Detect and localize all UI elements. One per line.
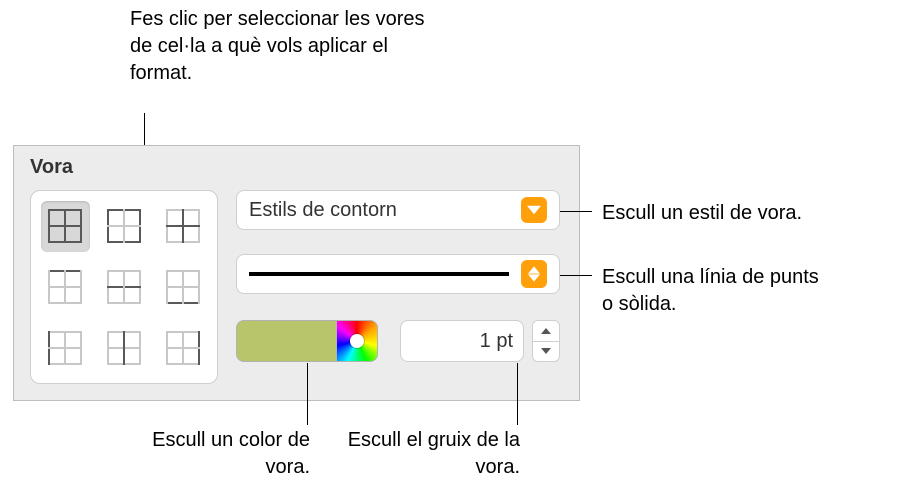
stepper-up-button[interactable] <box>533 321 559 341</box>
border-panel: Vora <box>13 145 580 401</box>
callout-edge-select: Fes clic per seleccionar les vores de ce… <box>130 6 450 87</box>
border-edge-right[interactable] <box>158 322 207 373</box>
updown-chevron-icon <box>521 260 547 288</box>
leader-line <box>307 363 308 425</box>
callout-line: Escull una línia de punts o sòlida. <box>602 264 832 318</box>
border-weight-control: 1 pt <box>400 318 560 364</box>
outline-style-label: Estils de contorn <box>249 199 521 222</box>
callout-color: Escull un color de vora. <box>110 427 310 481</box>
border-weight-stepper <box>532 320 560 362</box>
leader-line <box>560 275 592 276</box>
border-edge-all[interactable] <box>41 201 90 252</box>
leader-line <box>560 211 592 212</box>
border-edge-top[interactable] <box>41 262 90 313</box>
outline-style-popup[interactable]: Estils de contorn <box>236 190 560 230</box>
chevron-down-icon <box>521 197 547 223</box>
border-edge-vmid[interactable] <box>100 322 149 373</box>
leader-line <box>517 363 518 425</box>
color-wheel-icon[interactable] <box>336 320 378 362</box>
border-edge-hmid[interactable] <box>100 262 149 313</box>
callout-weight: Escull el gruix de la vora. <box>340 427 520 481</box>
line-style-preview <box>249 272 509 276</box>
border-edge-grid <box>30 190 218 384</box>
line-style-popup[interactable] <box>236 254 560 294</box>
border-edge-outer[interactable] <box>100 201 149 252</box>
stepper-down-button[interactable] <box>533 341 559 362</box>
border-weight-field[interactable]: 1 pt <box>400 320 524 362</box>
panel-title: Vora <box>30 156 73 179</box>
color-well[interactable] <box>236 320 336 362</box>
border-color-control <box>236 318 378 364</box>
border-weight-value: 1 pt <box>480 330 513 353</box>
border-edge-left[interactable] <box>41 322 90 373</box>
border-edge-inner[interactable] <box>158 201 207 252</box>
border-edge-bottom[interactable] <box>158 262 207 313</box>
callout-style: Escull un estil de vora. <box>602 200 802 227</box>
